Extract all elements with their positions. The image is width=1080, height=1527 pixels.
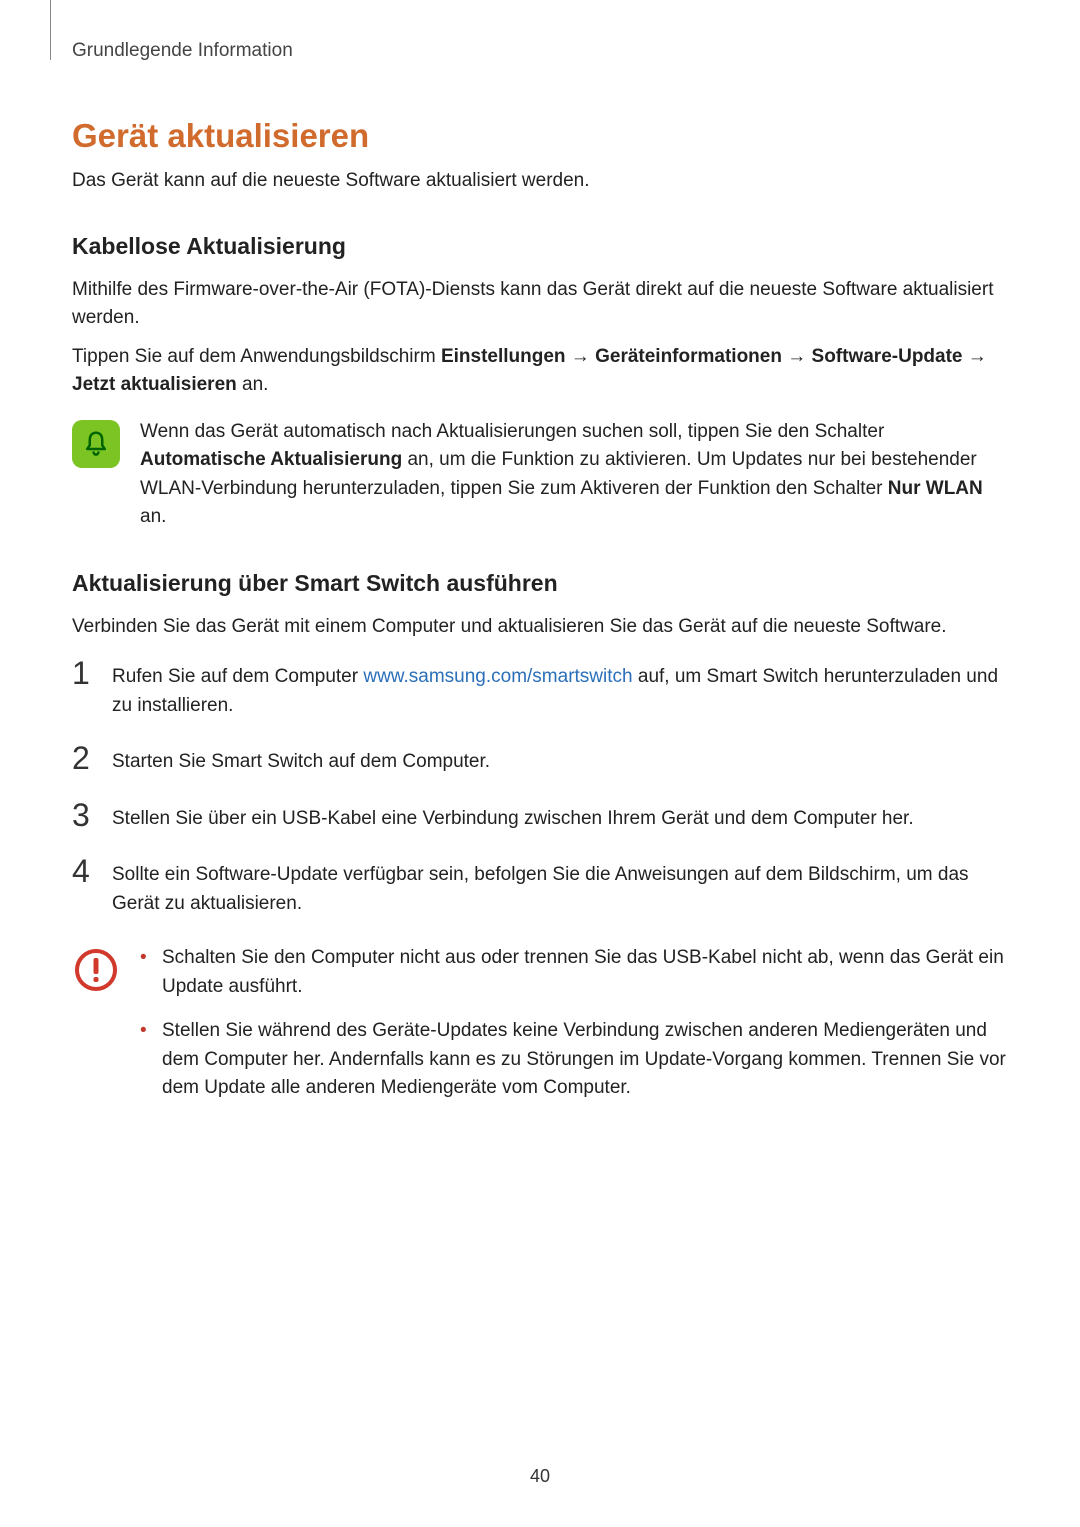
step-3: 3 Stellen Sie über ein USB-Kabel eine Ve…: [72, 803, 1008, 834]
page-title: Gerät aktualisieren: [72, 117, 1008, 155]
warning-note: • Schalten Sie den Computer nicht aus od…: [72, 944, 1008, 1119]
wireless-instruction: Tippen Sie auf dem Anwendungsbildschirm …: [72, 343, 1008, 400]
step-text: Starten Sie Smart Switch auf dem Compute…: [112, 746, 490, 777]
smartswitch-link[interactable]: www.samsung.com/smartswitch: [363, 666, 632, 687]
step-text: Sollte ein Software-Update verfügbar sei…: [112, 859, 1008, 918]
bullet: •: [140, 1017, 152, 1046]
switch-nur-wlan: Nur WLAN: [888, 478, 983, 499]
menu-jetzt-aktualisieren: Jetzt aktualisieren: [72, 374, 237, 395]
text: Rufen Sie auf dem Computer: [112, 666, 363, 687]
warning-text: Stellen Sie während des Geräte-Updates k…: [162, 1017, 1008, 1103]
step-number: 2: [72, 742, 94, 774]
step-2: 2 Starten Sie Smart Switch auf dem Compu…: [72, 746, 1008, 777]
step-text: Rufen Sie auf dem Computer www.samsung.c…: [112, 661, 1008, 720]
text: Wenn das Gerät automatisch nach Aktualis…: [140, 421, 884, 442]
warning-item: • Schalten Sie den Computer nicht aus od…: [140, 944, 1008, 1001]
arrow: →: [566, 346, 596, 367]
switch-auto-update: Automatische Aktualisierung: [140, 449, 402, 470]
warning-list: • Schalten Sie den Computer nicht aus od…: [140, 944, 1008, 1119]
step-number: 3: [72, 799, 94, 831]
step-1: 1 Rufen Sie auf dem Computer www.samsung…: [72, 661, 1008, 720]
bullet: •: [140, 944, 152, 973]
text: Tippen Sie auf dem Anwendungsbildschirm: [72, 346, 441, 367]
menu-geraeteinfo: Geräteinformationen: [595, 346, 782, 367]
margin-indicator: [50, 0, 51, 60]
text: an.: [237, 374, 269, 395]
bell-icon: [72, 420, 120, 468]
step-4: 4 Sollte ein Software-Update verfügbar s…: [72, 859, 1008, 918]
arrow: →: [782, 346, 812, 367]
steps-list: 1 Rufen Sie auf dem Computer www.samsung…: [72, 661, 1008, 918]
intro-text: Das Gerät kann auf die neueste Software …: [72, 167, 1008, 195]
wireless-description: Mithilfe des Firmware-over-the-Air (FOTA…: [72, 276, 1008, 333]
caution-icon: [72, 946, 120, 994]
text: an.: [140, 506, 166, 527]
menu-software-update: Software-Update: [812, 346, 963, 367]
document-page: Grundlegende Information Gerät aktualisi…: [0, 0, 1080, 1527]
arrow: →: [963, 346, 987, 367]
info-note-text: Wenn das Gerät automatisch nach Aktualis…: [140, 418, 1008, 532]
menu-einstellungen: Einstellungen: [441, 346, 566, 367]
step-text: Stellen Sie über ein USB-Kabel eine Verb…: [112, 803, 914, 834]
step-number: 4: [72, 855, 94, 887]
page-header: Grundlegende Information: [72, 40, 1008, 62]
step-number: 1: [72, 657, 94, 689]
info-note: Wenn das Gerät automatisch nach Aktualis…: [72, 418, 1008, 532]
warning-item: • Stellen Sie während des Geräte-Updates…: [140, 1017, 1008, 1103]
section-smart-switch: Aktualisierung über Smart Switch ausführ…: [72, 570, 1008, 597]
page-number: 40: [0, 1466, 1080, 1487]
section-wireless-update: Kabellose Aktualisierung: [72, 233, 1008, 260]
smart-switch-description: Verbinden Sie das Gerät mit einem Comput…: [72, 613, 1008, 642]
warning-text: Schalten Sie den Computer nicht aus oder…: [162, 944, 1008, 1001]
